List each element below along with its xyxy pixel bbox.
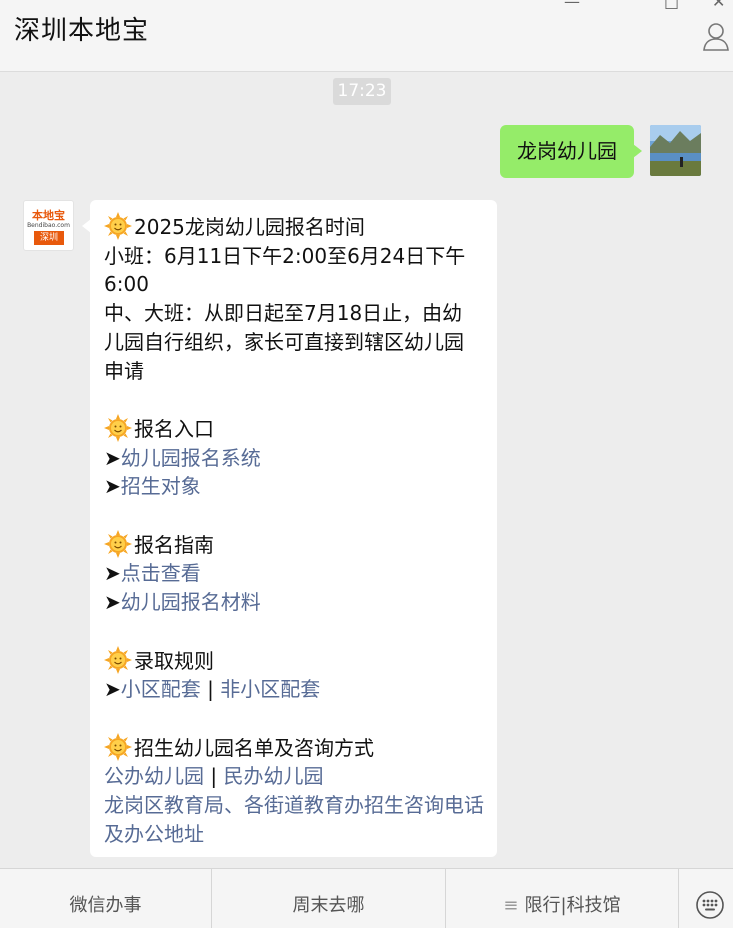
chat-header: 深圳本地宝 — □ ✕ (0, 0, 733, 72)
link-line: 龙岗区教育局、各街道教育办招生咨询电话及办公地址 (104, 791, 489, 848)
menu-item-weekend[interactable]: 周末去哪 (212, 869, 446, 928)
link-line: ➤点击查看 (104, 559, 489, 588)
arrow-icon: ➤ (104, 445, 121, 470)
link-view-guide[interactable]: 点击查看 (121, 561, 201, 585)
sun-emoji-icon (104, 529, 132, 558)
menu-item-traffic-museum[interactable]: ≡ 限行|科技馆 (446, 869, 679, 928)
close-button[interactable]: ✕ (712, 0, 725, 11)
menu-item-label: 周末去哪 (292, 895, 365, 916)
bottom-menu-bar: 微信办事 周末去哪 ≡ 限行|科技馆 (0, 868, 733, 928)
arrow-icon: ➤ (104, 590, 121, 615)
link-registration-materials[interactable]: 幼儿园报名材料 (121, 590, 261, 614)
text-line: 中、大班：从即日起至7月18日止，由幼 (104, 301, 463, 326)
sun-emoji-icon (104, 732, 132, 761)
keyboard-icon[interactable] (694, 889, 726, 921)
menu-list-icon: ≡ (503, 895, 519, 916)
text-line: 儿园自行组织，家长可直接到辖区幼儿园 (104, 329, 464, 354)
menu-item-label: 微信办事 (69, 895, 142, 916)
link-line: ➤幼儿园报名材料 (104, 588, 489, 617)
message-timestamp: 17:23 (333, 78, 391, 105)
section-title-guide: 报名指南 (134, 532, 214, 557)
link-registration-system[interactable]: 幼儿园报名系统 (121, 446, 261, 470)
official-account-avatar[interactable]: 本地宝 Bendibao.com 深圳 (23, 200, 74, 251)
minimize-button[interactable]: — (564, 0, 580, 11)
arrow-icon: ➤ (104, 561, 121, 586)
link-enrollment-targets[interactable]: 招生对象 (121, 474, 201, 498)
link-education-bureau-contacts[interactable]: 龙岗区教育局、各街道教育办招生咨询电话及办公地址 (104, 793, 484, 846)
avatar-url-text: Bendibao.com (27, 222, 70, 229)
section-title-rules: 录取规则 (134, 648, 214, 673)
arrow-icon: ➤ (104, 677, 121, 702)
section-heading: 报名入口 (104, 413, 489, 444)
link-private-kindergartens[interactable]: 民办幼儿园 (223, 764, 323, 788)
link-non-community-matching[interactable]: 非小区配套 (220, 677, 320, 701)
section-heading: 2025龙岗幼儿园报名时间 (104, 212, 489, 242)
arrow-icon: ➤ (104, 474, 121, 499)
link-line: ➤小区配套 | 非小区配套 (104, 675, 489, 704)
link-public-kindergartens[interactable]: 公办幼儿园 (104, 764, 204, 788)
link-community-matching[interactable]: 小区配套 (121, 677, 201, 701)
menu-item-label: 限行|科技馆 (524, 895, 621, 916)
link-line: 公办幼儿园 | 民办幼儿园 (104, 762, 489, 791)
text-line: 6:00 (104, 272, 149, 297)
avatar-brand-text: 本地宝 (32, 209, 65, 222)
link-line: ➤幼儿园报名系统 (104, 444, 489, 473)
message-content: 2025龙岗幼儿园报名时间 小班：6月11日下午2:00至6月24日下午 6:0… (104, 212, 489, 848)
section-title-entry: 报名入口 (134, 416, 214, 441)
sun-emoji-icon (104, 413, 132, 442)
text-line: 申请 (104, 358, 144, 383)
maximize-button[interactable]: □ (664, 0, 679, 11)
link-separator: | (200, 677, 221, 702)
sun-emoji-icon (104, 645, 132, 674)
user-avatar[interactable] (650, 125, 701, 176)
outgoing-message-bubble[interactable]: 龙岗幼儿园 (500, 125, 642, 178)
avatar-city-text: 深圳 (34, 231, 64, 245)
section-title-time: 2025龙岗幼儿园报名时间 (134, 215, 365, 239)
profile-icon[interactable] (701, 20, 731, 52)
menu-item-wechat-services[interactable]: 微信办事 (0, 869, 212, 928)
sun-emoji-icon (104, 212, 132, 240)
incoming-message-bubble: 2025龙岗幼儿园报名时间 小班：6月11日下午2:00至6月24日下午 6:0… (82, 200, 497, 857)
section-title-kindergarten-list: 招生幼儿园名单及咨询方式 (134, 735, 374, 760)
link-separator: | (204, 764, 224, 789)
chat-title: 深圳本地宝 (14, 16, 150, 46)
section-heading: 招生幼儿园名单及咨询方式 (104, 732, 489, 763)
section-heading: 报名指南 (104, 529, 489, 560)
text-line: 小班：6月11日下午2:00至6月24日下午 (104, 243, 466, 268)
section-heading: 录取规则 (104, 645, 489, 676)
link-line: ➤招生对象 (104, 472, 489, 501)
